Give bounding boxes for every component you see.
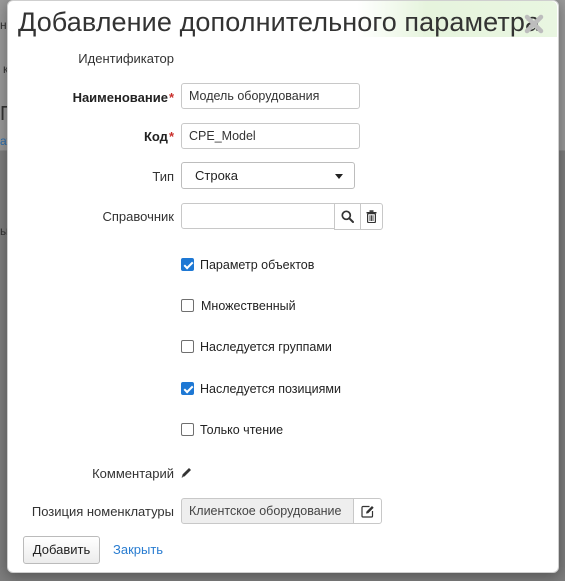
- objects-parameter-label[interactable]: Параметр объектов: [200, 258, 314, 272]
- reference-search-button[interactable]: [334, 203, 361, 230]
- objects-parameter-checkbox[interactable]: [181, 258, 194, 271]
- name-label-text: Наименование: [72, 90, 168, 105]
- edit-nomenclature-button[interactable]: [353, 498, 382, 524]
- nomenclature-label: Позиция номенклатуры: [31, 504, 174, 519]
- read-only-checkbox[interactable]: [181, 423, 194, 436]
- edit-icon: [360, 505, 374, 518]
- multiple-checkbox[interactable]: [181, 299, 194, 312]
- code-input[interactable]: CPE_Model: [181, 123, 360, 149]
- add-parameter-dialog: Добавление дополнительного параметра Иде…: [7, 0, 559, 573]
- nomenclature-value: Клиентское оборудование: [181, 498, 354, 524]
- multiple-label[interactable]: Множественный: [201, 299, 296, 313]
- reference-label: Справочник: [102, 209, 175, 224]
- close-dialog-button[interactable]: [523, 13, 545, 35]
- inherited-by-groups-checkbox[interactable]: [181, 340, 194, 353]
- add-button[interactable]: Добавить: [23, 536, 100, 564]
- type-select-value: Строка: [195, 168, 239, 183]
- pencil-icon: [181, 468, 191, 478]
- type-label: Тип: [152, 169, 174, 184]
- type-select[interactable]: Строка: [181, 162, 355, 189]
- trash-icon: [366, 210, 377, 223]
- identifier-label: Идентификатор: [78, 51, 174, 66]
- comment-label: Комментарий: [92, 466, 174, 481]
- close-icon: [524, 14, 544, 34]
- inherited-by-groups-label[interactable]: Наследуется группами: [200, 340, 332, 354]
- required-mark: *: [168, 129, 174, 144]
- chevron-down-icon: [335, 174, 343, 179]
- inherited-by-positions-label[interactable]: Наследуется позициями: [200, 382, 341, 396]
- search-icon: [341, 210, 354, 223]
- close-link[interactable]: Закрыть: [113, 542, 163, 557]
- code-label: Код*: [144, 129, 174, 144]
- name-input[interactable]: Модель оборудования: [181, 83, 360, 109]
- name-label: Наименование*: [73, 90, 174, 105]
- required-mark: *: [168, 90, 174, 105]
- reference-input[interactable]: [181, 203, 335, 229]
- read-only-label[interactable]: Только чтение: [200, 423, 283, 437]
- edit-comment-button[interactable]: [180, 466, 194, 480]
- inherited-by-positions-checkbox[interactable]: [181, 382, 194, 395]
- dialog-title: Добавление дополнительного параметра: [18, 7, 541, 37]
- reference-clear-button[interactable]: [360, 203, 383, 230]
- code-label-text: Код: [143, 129, 168, 144]
